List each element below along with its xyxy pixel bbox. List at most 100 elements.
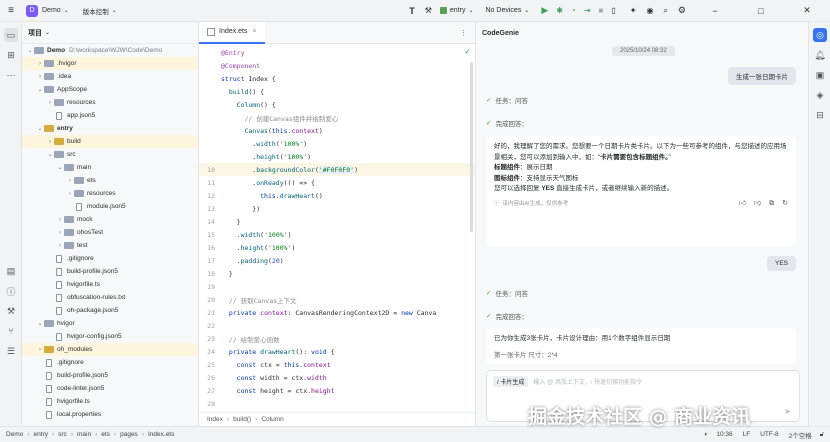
chevron-down-icon[interactable]: ⌄ (45, 29, 50, 36)
more-icon[interactable]: ⋮ (460, 29, 467, 37)
git-icon[interactable]: ⑂ (4, 324, 18, 338)
attach-icon[interactable]: ⇥ (584, 6, 591, 15)
code-line[interactable]: @Component (199, 59, 475, 72)
send-icon[interactable]: ➤ (784, 407, 791, 416)
tree-item[interactable]: obfuscation-rules.txt (22, 291, 198, 304)
more-icon[interactable]: ⋯ (4, 68, 18, 82)
status-crumb[interactable]: Demo (6, 431, 23, 438)
tree-item[interactable]: › ets (22, 174, 198, 187)
code-line[interactable]: build() { (199, 85, 475, 98)
folder-icon[interactable]: ▭ (4, 28, 18, 42)
run-icon[interactable]: ▶ (541, 5, 548, 16)
tree-item[interactable]: build-profile.json5 (22, 369, 198, 382)
database-icon[interactable]: ◈ (813, 88, 827, 102)
problems-icon[interactable]: ⓘ (4, 284, 18, 298)
tree-item[interactable]: oh-package.json5 (22, 304, 198, 317)
todo-icon[interactable]: ☰ (4, 344, 18, 358)
status-crumb[interactable]: Index.ets (148, 431, 174, 438)
caret-position[interactable]: 10:36 (716, 431, 732, 438)
code-line[interactable]: 27 const height = ctx.height (199, 384, 475, 397)
code-line[interactable]: 11 .onReady(() => { (199, 176, 475, 189)
debug-icon[interactable]: ✱ (556, 6, 563, 15)
profile-icon[interactable]: ◔ (571, 6, 576, 15)
tree-item[interactable]: › .hvigor (22, 57, 198, 70)
tree-item[interactable]: .gitignore (22, 356, 198, 369)
code-line[interactable]: @Entry (199, 46, 475, 59)
plugin-icon[interactable]: ✦ (630, 6, 637, 15)
code-line[interactable]: struct Index { (199, 72, 475, 85)
tree-item[interactable]: › oh_modules (22, 343, 198, 356)
editor-tab[interactable]: Index.ets × (199, 22, 265, 44)
code-line[interactable]: 22 (199, 319, 475, 332)
terminal-icon[interactable]: ▤ (4, 264, 18, 278)
tree-item[interactable]: build-profile.json5 (22, 265, 198, 278)
status-crumb[interactable]: src (58, 431, 67, 438)
tree-item[interactable]: code-linter.json5 (22, 382, 198, 395)
tree-item[interactable]: app.json5 (22, 109, 198, 122)
tree-item[interactable]: › build (22, 135, 198, 148)
status-crumb[interactable]: pages (120, 431, 138, 438)
code-line[interactable]: 10 .backgroundColor('#F0F0F0') (199, 163, 475, 176)
device-selector[interactable]: No Devices ⌄ (486, 7, 530, 14)
refresh-icon[interactable]: ↻ (782, 199, 788, 210)
tree-item[interactable]: › mock (22, 213, 198, 226)
tree-item[interactable]: ⌄ entry (22, 122, 198, 135)
tree-item[interactable]: hvigor-config.json5 (22, 330, 198, 343)
lock-icon[interactable]: 🔓︎ (820, 431, 824, 439)
status-crumb[interactable]: entry (34, 431, 48, 438)
tree-item[interactable]: ⌄ AppScope (22, 83, 198, 96)
tree-item[interactable]: › resources (22, 96, 198, 109)
status-crumb[interactable]: ets (101, 431, 110, 438)
tree-item[interactable]: local.properties (22, 408, 198, 421)
text-format-icon[interactable]: T (409, 6, 415, 16)
encoding[interactable]: UTF-8 (760, 431, 778, 438)
tree-item[interactable]: ⌄ hvigor (22, 317, 198, 330)
scrollbar[interactable] (470, 62, 473, 232)
code-editor[interactable]: Index.ets × ⋮ ✓ @Entry @Component struct I… (199, 22, 476, 426)
copy-icon[interactable]: ⧉ (769, 199, 774, 210)
code-line[interactable]: 17 .padding(20) (199, 254, 475, 267)
codegenie-icon[interactable]: ◎ (813, 28, 827, 42)
tree-item[interactable]: › ohosTest (22, 226, 198, 239)
code-line[interactable]: 20 // 获取Canvas上下文 (199, 293, 475, 306)
tree-item[interactable]: › test (22, 239, 198, 252)
code-line[interactable]: // 创建Canvas组件并绘制爱心 (199, 111, 475, 124)
tree-root[interactable]: ⌄ Demo D:\workspace\WJW\Code\Demo (22, 44, 198, 57)
maximize-button[interactable]: □ (738, 0, 784, 22)
device-file-icon[interactable]: ⊟ (813, 108, 827, 122)
code-line[interactable]: .height('100%') (199, 150, 475, 163)
notifications-icon[interactable]: 🔔︎ (813, 48, 827, 62)
code-line[interactable]: 16 .height('100%') (199, 241, 475, 254)
tree-item[interactable]: .gitignore (22, 252, 198, 265)
crumb[interactable]: build() (233, 416, 251, 423)
code-line[interactable]: Column() { (199, 98, 475, 111)
tree-item[interactable]: ⌄ src (22, 148, 198, 161)
code-line[interactable]: 21 private context: CanvasRenderingConte… (199, 306, 475, 319)
tree-item[interactable]: › resources (22, 187, 198, 200)
tree-item[interactable]: ⌄ main (22, 161, 198, 174)
code-line[interactable]: 18 } (199, 267, 475, 280)
device-manager-icon[interactable]: ▯ (611, 6, 615, 15)
sync-icon[interactable]: ◐ (704, 431, 708, 438)
close-button[interactable]: ✕ (784, 0, 830, 22)
thumbs-up-icon[interactable]: 👍︎ (739, 199, 746, 210)
code-line[interactable]: 24 private drawHeart(): void { (199, 345, 475, 358)
search-icon[interactable]: ⌕ (663, 6, 667, 16)
command-tag[interactable]: / 卡片生成 (493, 376, 529, 387)
project-selector[interactable]: D Demo ⌄ (26, 4, 69, 17)
account-icon[interactable]: ◉ (646, 6, 653, 15)
build-icon[interactable]: ⚒ (4, 304, 18, 318)
tree-item[interactable]: module.json5 (22, 200, 198, 213)
minimize-button[interactable]: − (692, 0, 738, 22)
code-line[interactable]: 26 const width = ctx.width (199, 371, 475, 384)
close-icon[interactable]: × (252, 28, 256, 35)
status-crumb[interactable]: main (77, 431, 91, 438)
crumb[interactable]: Index (207, 416, 223, 423)
code-line[interactable]: 19 (199, 280, 475, 293)
main-menu-icon[interactable]: ≡ (0, 5, 22, 16)
code-line[interactable]: Canvas(this.context) (199, 124, 475, 137)
code-line[interactable]: .width('100%') (199, 137, 475, 150)
thumbs-down-icon[interactable]: 👎︎ (754, 199, 761, 210)
code-line[interactable]: 15 .width('100%') (199, 228, 475, 241)
code-line[interactable]: 23 // 绘制爱心函数 (199, 332, 475, 345)
